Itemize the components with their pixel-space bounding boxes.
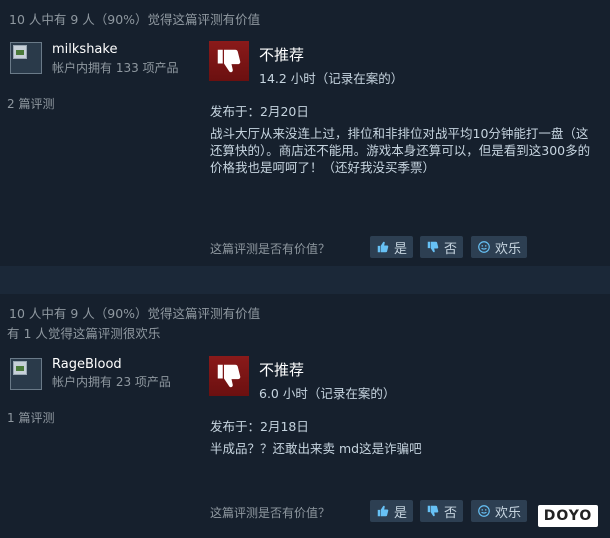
username[interactable]: RageBlood: [52, 357, 122, 372]
review-card: 10 人中有 9 人（90%）觉得这篇评测有价值 有 1 人觉得这篇评测很欢乐 …: [0, 294, 610, 538]
posted-date: 发布于：2月20日: [210, 104, 309, 119]
verdict: 不推荐: [259, 361, 305, 379]
vote-funny-label: 欢乐: [495, 505, 522, 521]
review-count[interactable]: 1 篇评测: [7, 409, 54, 426]
broken-image-icon: [13, 361, 27, 375]
vote-yes-label: 是: [394, 505, 408, 521]
helpful-summary: 10 人中有 9 人（90%）觉得这篇评测有价值: [9, 306, 261, 321]
hours-played: 6.0 小时（记录在案的）: [259, 386, 396, 401]
helpful-question: 这篇评测是否有价值？: [210, 506, 331, 520]
broken-image-icon: [13, 45, 27, 59]
thumbs-down-icon: [209, 41, 249, 81]
vote-yes-label: 是: [394, 241, 408, 257]
vote-yes-button[interactable]: 是: [370, 236, 414, 258]
verdict: 不推荐: [259, 46, 305, 64]
posted-date: 发布于：2月18日: [210, 419, 309, 434]
products-owned: 帐户内拥有 23 项产品: [52, 375, 171, 389]
hours-played: 14.2 小时（记录在案的）: [259, 71, 404, 86]
vote-yes-button[interactable]: 是: [370, 500, 414, 522]
username[interactable]: milkshake: [52, 42, 117, 57]
products-owned: 帐户内拥有 133 项产品: [52, 61, 179, 75]
review-text: 半成品？？还敢出来卖 md这是诈骗吧: [210, 441, 422, 456]
avatar[interactable]: [10, 358, 42, 390]
vote-no-label: 否: [444, 241, 458, 257]
smiley-icon: [477, 240, 491, 254]
vote-funny-button[interactable]: 欢乐: [471, 500, 528, 522]
vote-no-button[interactable]: 否: [420, 500, 464, 522]
thumbs-up-icon: [376, 240, 390, 254]
helpful-question: 这篇评测是否有价值？: [210, 242, 331, 256]
thumbs-down-icon: [426, 504, 440, 518]
avatar[interactable]: [10, 42, 42, 74]
thumbs-up-icon: [376, 504, 390, 518]
watermark-logo: DOYO: [538, 505, 598, 527]
review-count[interactable]: 2 篇评测: [7, 95, 54, 112]
smiley-icon: [477, 504, 491, 518]
thumbs-down-icon: [209, 356, 249, 396]
vote-no-button[interactable]: 否: [420, 236, 464, 258]
review-text: 战斗大厅从来没连上过，排位和非排位对战平均10分钟能打一盘（这还算快的）。商店还…: [210, 126, 591, 175]
vote-funny-button[interactable]: 欢乐: [471, 236, 528, 258]
thumbs-down-icon: [426, 240, 440, 254]
vote-no-label: 否: [444, 505, 458, 521]
helpful-summary: 10 人中有 9 人（90%）觉得这篇评测有价值: [9, 12, 261, 27]
review-separator: [0, 266, 610, 294]
funny-summary: 有 1 人觉得这篇评测很欢乐: [7, 326, 161, 341]
review-card: 10 人中有 9 人（90%）觉得这篇评测有价值 milkshake 帐户内拥有…: [0, 0, 610, 266]
vote-funny-label: 欢乐: [495, 241, 522, 257]
